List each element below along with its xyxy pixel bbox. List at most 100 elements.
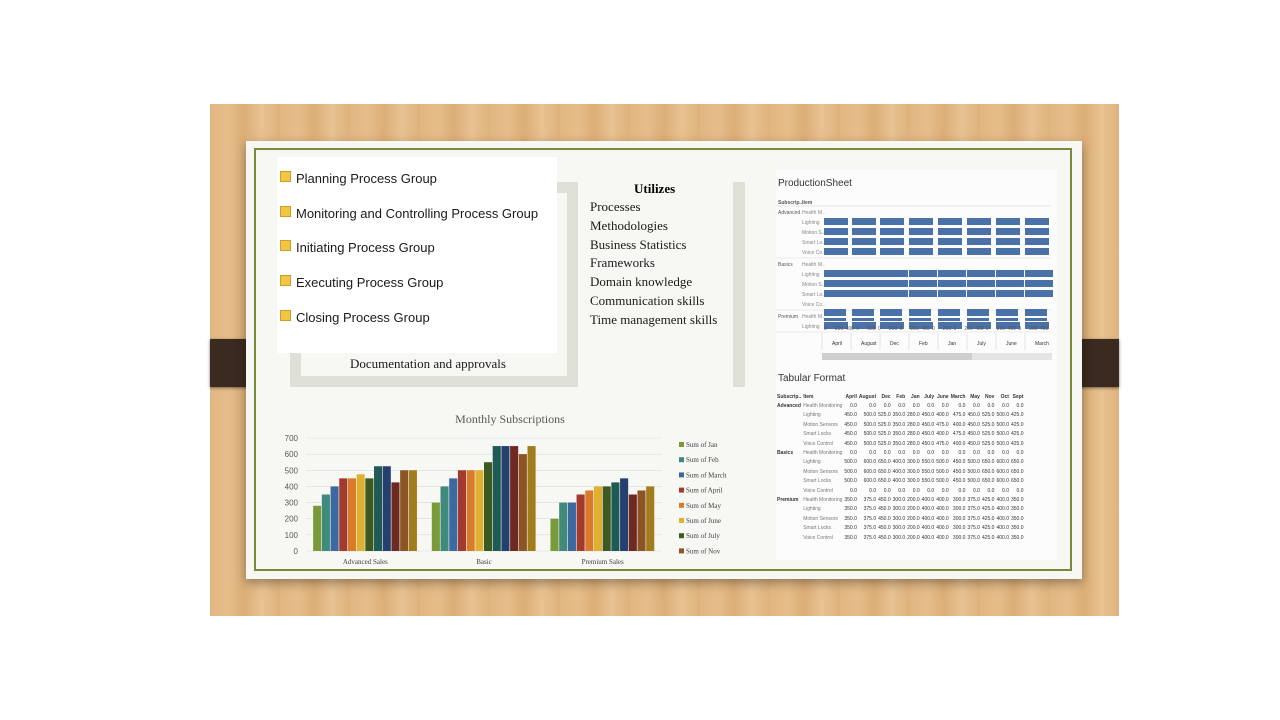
value-cell: 400.0: [936, 534, 949, 541]
value-cell: 0.0: [958, 487, 966, 494]
x-tick-label: Premium Sales: [582, 558, 624, 566]
table-header-cell: Jan: [911, 393, 920, 400]
production-bar: [996, 248, 1020, 255]
production-bar: [967, 248, 991, 255]
production-bar: [852, 218, 876, 225]
group-label: Basics: [778, 262, 793, 268]
production-bar: [880, 270, 908, 277]
production-bar: [824, 318, 846, 321]
value-cell: 0.0: [973, 487, 980, 494]
value-cell: 350.0: [1010, 515, 1024, 522]
axis-tick: 500: [889, 326, 898, 332]
production-bar: [938, 218, 962, 225]
production-bar: [909, 318, 931, 321]
table-header-cell: August: [858, 393, 877, 400]
utilizes-item: Methodologies: [590, 218, 668, 233]
item-cell: Lighting: [803, 506, 821, 513]
x-tick-label: Basic: [476, 558, 492, 566]
production-bar: [880, 228, 904, 235]
value-cell: 450.0: [921, 440, 935, 447]
axis-tick: 400: [975, 326, 984, 332]
value-cell: 300.0: [892, 534, 906, 541]
list-item: Closing Process Group: [280, 310, 430, 325]
value-cell: 600.0: [996, 478, 1009, 485]
value-cell: 500.0: [863, 440, 877, 447]
production-bar: [1025, 248, 1049, 255]
value-cell: 375.0: [863, 525, 877, 532]
group-cell: [776, 486, 802, 495]
legend-swatch: [679, 472, 684, 478]
axis-tick: 400: [921, 326, 930, 332]
production-bar: [996, 218, 1020, 225]
value-cell: 450.0: [878, 525, 891, 532]
process-group-label: Initiating Process Group: [296, 240, 435, 255]
value-cell: 425.0: [981, 496, 995, 503]
axis-tick: 200: [997, 326, 1006, 332]
utilizes-divider: [733, 182, 745, 387]
value-cell: 350.0: [1010, 506, 1024, 513]
process-group-label: Executing Process Group: [296, 275, 444, 290]
value-cell: 0.0: [849, 487, 857, 494]
production-bar: [938, 318, 960, 321]
value-cell: 350.0: [1010, 534, 1024, 541]
value-cell: 400.0: [936, 506, 949, 513]
production-bar: [880, 248, 904, 255]
value-cell: 300.0: [892, 515, 906, 522]
monthly-subscriptions-chart: Monthly Subscriptions 0 100 200 300 400 500 60…: [280, 410, 740, 570]
value-cell: 300.0: [952, 525, 966, 532]
production-bar: [909, 218, 933, 225]
list-item: Initiating Process Group: [280, 240, 435, 255]
item-label: Smart Lo..: [802, 292, 825, 298]
value-cell: 0.0: [898, 487, 906, 494]
bullet-icon: [280, 310, 291, 321]
value-cell: 425.0: [981, 525, 995, 532]
value-cell: 400.0: [921, 534, 935, 541]
production-bar: [880, 218, 904, 225]
value-cell: 280.0: [907, 412, 920, 419]
value-cell: 200.0: [907, 506, 920, 513]
production-bar: [967, 309, 989, 316]
value-cell: 450.0: [967, 431, 980, 438]
group-cell: Premium: [777, 496, 799, 503]
table-row: Lighting 450.0 500.0 525.0 350.0 280.0 450.0 40…: [776, 411, 1025, 420]
item-cell: Health Monitoring: [803, 450, 843, 457]
value-cell: 0.0: [883, 403, 891, 410]
value-cell: 650.0: [1010, 468, 1024, 475]
group-cell: [776, 439, 802, 448]
value-cell: 400.0: [936, 412, 949, 419]
item-cell: Health Monitoring: [803, 496, 843, 503]
process-groups-list: Planning Process Group Monitoring and Co…: [277, 157, 557, 353]
value-cell: 400.0: [921, 525, 935, 532]
utilizes-item: Domain knowledge: [590, 274, 693, 289]
table-row: Voice Control 350.0 375.0 450.0 300.0 200.0 40…: [776, 533, 1025, 542]
month-label: March: [1035, 341, 1049, 347]
bar: [347, 478, 357, 551]
month-label: Jan: [948, 341, 956, 347]
bullet-icon: [280, 206, 291, 217]
value-cell: 0.0: [941, 487, 949, 494]
value-cell: 0.0: [869, 403, 877, 410]
spreadsheet-panel: ProductionSheet Subscrip.. Item Advanced He…: [776, 170, 1057, 560]
legend-swatch: [679, 518, 684, 523]
value-cell: 500.0: [863, 412, 877, 419]
value-cell: 550.0: [921, 459, 935, 466]
bar: [576, 494, 585, 551]
legend-swatch: [679, 548, 684, 554]
column-header: Subscrip..: [778, 200, 803, 206]
value-cell: 350.0: [892, 421, 906, 428]
value-cell: 400.0: [936, 525, 949, 532]
y-tick-label: 300: [285, 499, 299, 508]
scrollbar-thumb: [822, 353, 972, 360]
production-bar: [852, 270, 880, 277]
value-cell: 350.0: [892, 412, 906, 419]
value-cell: 500.0: [967, 459, 980, 466]
value-cell: 400.0: [921, 506, 935, 513]
production-bar: [1025, 318, 1047, 321]
value-cell: 450.0: [844, 431, 857, 438]
value-cell: 650.0: [1010, 459, 1024, 466]
bar: [321, 494, 330, 551]
production-bar: [1025, 280, 1053, 287]
production-bar: [996, 309, 1018, 316]
value-cell: 300.0: [952, 496, 966, 503]
value-cell: 0.0: [1016, 403, 1024, 410]
